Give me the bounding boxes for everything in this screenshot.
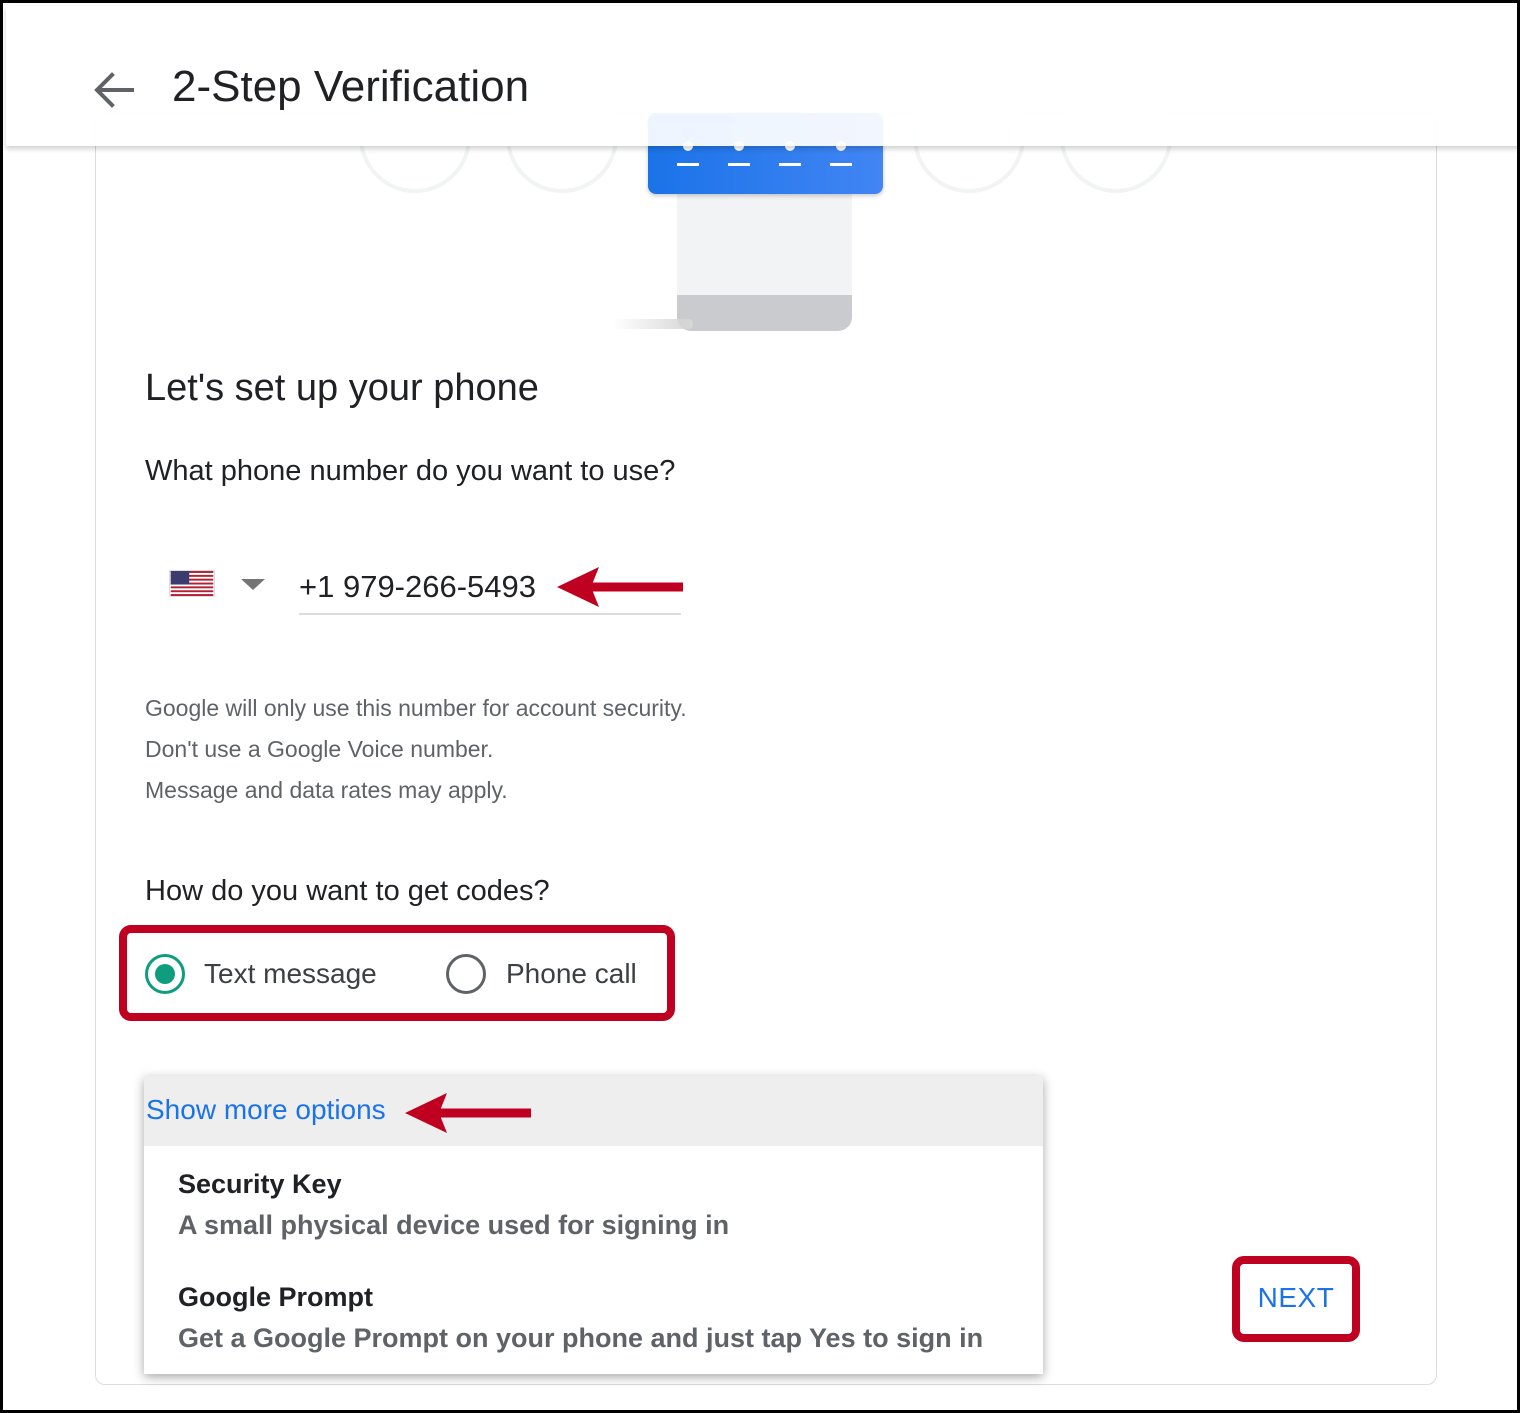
annotation-box [119, 925, 675, 1021]
annotation-arrow-icon [405, 1093, 531, 1133]
show-more-options-link[interactable]: Show more options [146, 1094, 386, 1126]
more-options-menu: Show more options Security Key A small p… [144, 1076, 1043, 1374]
country-dropdown-caret-icon[interactable] [241, 579, 265, 590]
app-header: 2-Step Verification [6, 6, 1517, 146]
info-line: Google will only use this number for acc… [145, 695, 687, 721]
us-flag-icon[interactable] [169, 570, 215, 597]
google-prompt-description[interactable]: Get a Google Prompt on your phone and ju… [178, 1323, 983, 1354]
code-dash [677, 163, 699, 166]
code-dash [728, 163, 750, 166]
page-title: 2-Step Verification [172, 62, 530, 111]
more-options-header[interactable]: Show more options [144, 1076, 1043, 1146]
setup-heading: Let's set up your phone [145, 367, 539, 409]
phone-shadow [613, 319, 693, 329]
info-line: Don't use a Google Voice number. [145, 736, 494, 762]
info-line: Message and data rates may apply. [145, 777, 508, 803]
security-key-description[interactable]: A small physical device used for signing… [178, 1210, 729, 1241]
code-dash [779, 163, 801, 166]
screenshot-frame: 2-Step Verification Let's set up your ph… [0, 0, 1520, 1413]
back-arrow-icon[interactable] [92, 70, 136, 110]
google-prompt-title[interactable]: Google Prompt [178, 1282, 373, 1313]
annotation-arrow-icon [557, 567, 683, 607]
code-dash [830, 163, 852, 166]
annotation-box [1232, 1256, 1360, 1342]
security-key-title[interactable]: Security Key [178, 1169, 342, 1200]
codes-question: How do you want to get codes? [145, 875, 550, 907]
phone-question: What phone number do you want to use? [145, 455, 676, 487]
phone-number-value: +1 979-266-5493 [299, 569, 537, 604]
phone-bottom-illustration [677, 295, 852, 331]
